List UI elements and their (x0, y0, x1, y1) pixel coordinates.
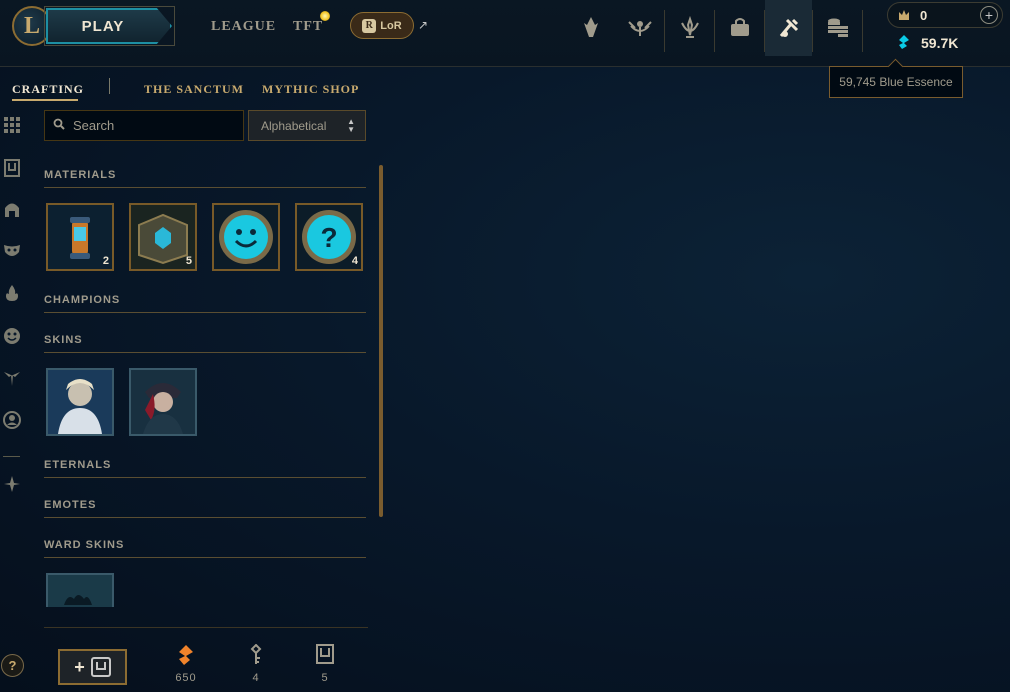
section-divider (44, 312, 366, 313)
search-icon (53, 118, 65, 133)
add-chest-button[interactable]: + (58, 649, 127, 685)
key-fragment-icon (236, 643, 276, 672)
section-champions: CHAMPIONS (44, 294, 121, 306)
active-tab-underline (12, 99, 78, 101)
riot-points-icon (897, 8, 911, 22)
chest-count-icon (305, 644, 345, 672)
loot-icon[interactable] (765, 0, 812, 56)
section-skins: SKINS (44, 334, 83, 346)
scrollbar[interactable] (379, 165, 383, 517)
clash-icon[interactable] (670, 10, 710, 44)
section-ward-skins: WARD SKINS (44, 539, 125, 551)
top-separator (714, 10, 715, 52)
loot-tile-mystery-emote[interactable]: ? 4 (295, 203, 363, 271)
loot-tile-emote[interactable] (212, 203, 280, 271)
skin-mask-icon[interactable] (2, 241, 22, 261)
loot-tile-ward-skin[interactable] (46, 573, 114, 607)
emote-icon (214, 205, 278, 269)
profile-icon[interactable] (571, 10, 611, 44)
buy-rp-button[interactable]: + (980, 6, 998, 24)
store-icon[interactable] (720, 10, 760, 44)
tab-the-sanctum[interactable]: THE SANCTUM (144, 82, 244, 97)
orange-essence-value: 650 (175, 672, 197, 684)
other-loot-icon[interactable] (2, 474, 22, 494)
currency-store-icon[interactable] (818, 10, 858, 44)
add-label: + (74, 656, 85, 677)
section-eternals: ETERNALS (44, 459, 112, 471)
lor-button[interactable]: R LoR (350, 12, 414, 39)
section-divider (44, 517, 366, 518)
tile-count: 5 (185, 255, 192, 267)
blue-essence-icon (897, 34, 911, 50)
key-fragment-value: 4 (252, 672, 260, 684)
tile-count: 4 (351, 255, 358, 267)
nav-league[interactable]: LEAGUE (211, 19, 276, 35)
sort-value: Alphabetical (261, 118, 327, 133)
summoner-icon-filter-icon[interactable] (2, 410, 22, 430)
footer-divider (44, 627, 368, 628)
tile-count: 2 (102, 255, 109, 267)
section-divider (44, 477, 366, 478)
key-fragment-stat: 4 (236, 643, 276, 684)
eternals-flame-icon[interactable] (2, 283, 22, 303)
loot-tile-capsule[interactable]: 2 (46, 203, 114, 271)
section-divider (44, 557, 366, 558)
sort-arrows-icon: ▲ ▼ (347, 117, 355, 134)
skin-portrait-icon (48, 370, 112, 434)
collection-icon[interactable] (620, 10, 660, 44)
top-separator (664, 10, 665, 52)
orange-essence-stat: 650 (166, 644, 206, 684)
skin-portrait-icon (131, 370, 195, 434)
play-button[interactable]: PLAY (46, 8, 172, 44)
loot-tile-skin[interactable] (129, 368, 197, 436)
orange-essence-icon (166, 644, 206, 672)
chest-stat: 5 (305, 644, 345, 684)
external-link-icon: ↗ (418, 18, 429, 32)
blue-essence-value: 59.7K (921, 35, 959, 51)
section-materials: MATERIALS (44, 169, 117, 181)
blue-essence-tooltip: 59,745 Blue Essence (829, 66, 963, 98)
chest-filter-icon[interactable] (2, 158, 22, 178)
top-separator (812, 10, 813, 52)
loot-tile-hextech-chest[interactable]: 5 (129, 203, 197, 271)
chest-icon (90, 657, 111, 677)
nav-tft[interactable]: TFT (293, 19, 323, 35)
lor-logo-icon: R (362, 18, 377, 33)
tab-crafting[interactable]: CRAFTING (12, 82, 84, 97)
section-emotes: EMOTES (44, 499, 97, 511)
emote-smile-icon[interactable] (2, 326, 22, 346)
ward-skin-image-icon (48, 575, 112, 607)
chest-value: 5 (321, 672, 329, 684)
riot-points-value: 0 (920, 8, 928, 23)
grid-all-icon[interactable] (2, 115, 22, 135)
tab-mythic-shop[interactable]: MYTHIC SHOP (262, 82, 359, 97)
search-input[interactable] (73, 118, 223, 133)
loot-tile-skin[interactable] (46, 368, 114, 436)
help-button[interactable]: ? (1, 654, 24, 677)
ward-skin-icon[interactable] (2, 368, 22, 388)
section-divider (44, 352, 366, 353)
section-divider (44, 187, 366, 188)
subnav-separator (109, 78, 110, 94)
search-box[interactable] (44, 110, 244, 141)
svg-text:?: ? (320, 222, 337, 253)
notification-dot (320, 11, 330, 21)
logo-letter: L (23, 12, 40, 39)
champion-helmet-icon[interactable] (2, 200, 22, 220)
sidebar-separator (3, 456, 20, 457)
lor-label: LoR (380, 19, 402, 32)
sort-dropdown[interactable]: Alphabetical ▲ ▼ (248, 110, 366, 141)
top-separator (862, 10, 863, 52)
